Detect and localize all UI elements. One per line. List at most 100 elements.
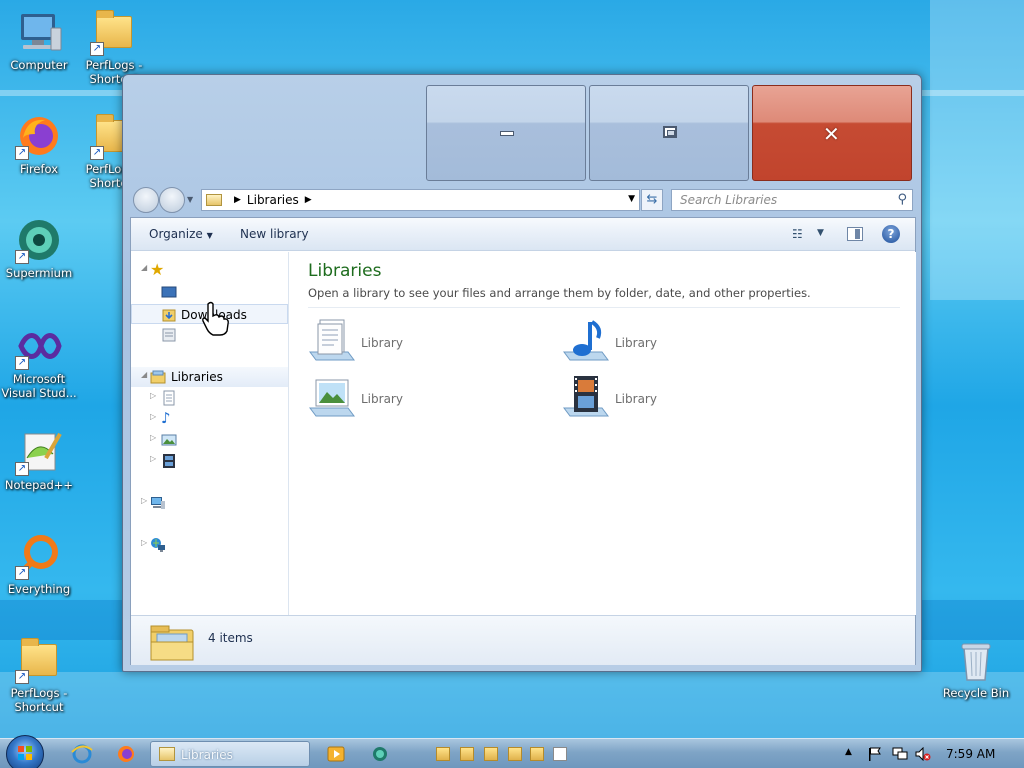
- library-item-documents[interactable]: Library: [308, 314, 548, 364]
- taskbar-button-libraries[interactable]: Libraries: [150, 741, 310, 767]
- search-input[interactable]: Search Libraries ⚲: [671, 189, 913, 211]
- collapse-arrow-icon[interactable]: ◢: [141, 370, 147, 379]
- visual-studio-icon: ↗: [15, 322, 63, 370]
- nav-favorites[interactable]: ◢ ★: [131, 260, 288, 280]
- maximize-button[interactable]: [589, 85, 749, 181]
- preview-pane-icon[interactable]: [847, 227, 863, 241]
- internet-explorer-pinned-icon[interactable]: [62, 742, 102, 766]
- clock[interactable]: 7:59 AM: [946, 747, 995, 761]
- page-title: Libraries: [308, 261, 382, 281]
- windows-logo-icon: [18, 746, 32, 760]
- supermium-pinned-icon[interactable]: [360, 742, 400, 766]
- desktop-icon-visual-studio[interactable]: ↗ Microsoft Visual Stud...: [1, 322, 77, 400]
- nav-item-libraries[interactable]: ◢ Libraries: [131, 367, 288, 387]
- content-area: Libraries Open a library to see your fil…: [290, 252, 916, 615]
- library-item-videos[interactable]: Library: [562, 370, 802, 420]
- libraries-folder-icon: [159, 747, 175, 761]
- action-center-flag-icon[interactable]: [867, 747, 883, 761]
- videos-library-icon: [562, 374, 610, 418]
- address-bar[interactable]: ▶ Libraries ▶ ▼: [201, 189, 640, 211]
- start-button[interactable]: [6, 735, 44, 768]
- pictures-library-icon: [308, 374, 356, 418]
- chevron-down-icon: ▼: [206, 231, 213, 240]
- folder-shortcut-icon: ↗: [90, 8, 138, 56]
- nav-item-pictures[interactable]: ▷: [131, 430, 288, 450]
- libraries-large-icon: [149, 620, 195, 662]
- minimize-button[interactable]: [426, 85, 586, 181]
- desktop-icon-label: Microsoft Visual Stud...: [1, 372, 77, 400]
- breadcrumb-separator-icon[interactable]: ▶: [234, 195, 241, 205]
- search-placeholder: Search Libraries: [680, 193, 778, 207]
- videos-icon: [161, 453, 177, 469]
- forward-button[interactable]: [159, 187, 185, 213]
- desktop-icon-notepadpp[interactable]: ↗ Notepad++: [1, 428, 77, 492]
- downloads-folder-icon: [161, 307, 177, 323]
- breadcrumb-separator-icon[interactable]: ▶: [305, 195, 312, 205]
- desktop-icon-label: Notepad++: [4, 478, 74, 492]
- folder-shortcut-icon: ↗: [15, 636, 63, 684]
- explorer-pane: Organize ▼ New library ☷ ▼ ? ◢ ★ ◢ Libra…: [130, 217, 916, 665]
- expand-arrow-icon[interactable]: ▷: [150, 454, 156, 463]
- desktop-icon-supermium[interactable]: ↗ Supermium: [1, 216, 77, 280]
- library-item-music[interactable]: Library: [562, 314, 802, 364]
- volume-muted-icon[interactable]: [915, 746, 931, 762]
- show-hidden-icons-icon[interactable]: ▲: [845, 747, 861, 761]
- expand-arrow-icon[interactable]: ▷: [150, 433, 156, 442]
- nav-item-videos[interactable]: ▷: [131, 451, 288, 471]
- minimize-icon: [500, 131, 514, 136]
- new-library-button[interactable]: New library: [240, 227, 309, 241]
- desktop-icon-computer[interactable]: Computer: [1, 8, 77, 72]
- pictures-icon: [161, 432, 177, 448]
- change-view-icon[interactable]: ☷: [792, 227, 803, 241]
- back-button[interactable]: [133, 187, 159, 213]
- desktop-icon-label: Computer: [10, 58, 68, 72]
- close-icon: ✕: [823, 122, 840, 146]
- nav-item-documents[interactable]: ▷: [131, 388, 288, 408]
- help-icon[interactable]: ?: [882, 225, 900, 243]
- taskbar-button-label: Libraries: [181, 748, 233, 762]
- media-player-pinned-icon[interactable]: [316, 742, 356, 766]
- address-dropdown-icon[interactable]: ▼: [628, 194, 635, 204]
- desktop-icon-everything[interactable]: ↗ Everything: [1, 532, 77, 596]
- library-item-pictures[interactable]: Library: [308, 370, 548, 420]
- folder-quicklaunch-icon[interactable]: [436, 747, 450, 761]
- network-tray-icon[interactable]: [892, 747, 908, 761]
- desktop-icon-label: Recycle Bin: [942, 686, 1010, 700]
- maximize-icon: [663, 126, 677, 138]
- notepadpp-icon: ↗: [15, 428, 63, 476]
- expand-arrow-icon[interactable]: ▷: [150, 391, 156, 400]
- organize-button[interactable]: Organize ▼: [149, 227, 213, 241]
- nav-item-computer[interactable]: ▷: [131, 493, 288, 513]
- document-quicklaunch-icon[interactable]: [553, 747, 567, 761]
- library-item-label: Library: [615, 336, 657, 350]
- folder-quicklaunch-icon[interactable]: [530, 747, 544, 761]
- divider: [308, 307, 900, 308]
- views-dropdown-icon[interactable]: ▼: [817, 228, 824, 238]
- music-icon: ♪: [161, 409, 171, 427]
- page-subtitle: Open a library to see your files and arr…: [308, 286, 811, 300]
- refresh-button[interactable]: ⇆: [641, 189, 663, 211]
- firefox-pinned-icon[interactable]: [106, 742, 146, 766]
- desktop-icon-recycle-bin[interactable]: Recycle Bin: [938, 636, 1014, 700]
- close-button[interactable]: ✕: [752, 85, 912, 181]
- explorer-window: ✕ ▼ ▶ Libraries ▶ ▼ ⇆ Search Libraries ⚲…: [122, 74, 922, 672]
- expand-arrow-icon[interactable]: ▷: [141, 538, 147, 547]
- nav-item-network[interactable]: ▷: [131, 535, 288, 555]
- folder-quicklaunch-icon[interactable]: [508, 747, 522, 761]
- recent-pages-dropdown-icon[interactable]: ▼: [187, 195, 193, 204]
- expand-arrow-icon[interactable]: ▷: [141, 496, 147, 505]
- folder-quicklaunch-icon[interactable]: [484, 747, 498, 761]
- hand-cursor-icon: [200, 300, 230, 336]
- collapse-arrow-icon[interactable]: ◢: [141, 263, 147, 272]
- folder-quicklaunch-icon[interactable]: [460, 747, 474, 761]
- recycle-bin-icon: [952, 636, 1000, 684]
- search-icon[interactable]: ⚲: [897, 192, 907, 207]
- organize-label: Organize: [149, 227, 203, 241]
- nav-item-desktop[interactable]: [131, 282, 288, 302]
- nav-item-music[interactable]: ▷ ♪: [131, 409, 288, 429]
- breadcrumb-libraries[interactable]: Libraries: [247, 193, 299, 207]
- desktop-icon-firefox[interactable]: ↗ Firefox: [1, 112, 77, 176]
- expand-arrow-icon[interactable]: ▷: [150, 412, 156, 421]
- library-item-label: Library: [615, 392, 657, 406]
- desktop-icon-perflogs-3[interactable]: ↗ PerfLogs - Shortcut: [1, 636, 77, 714]
